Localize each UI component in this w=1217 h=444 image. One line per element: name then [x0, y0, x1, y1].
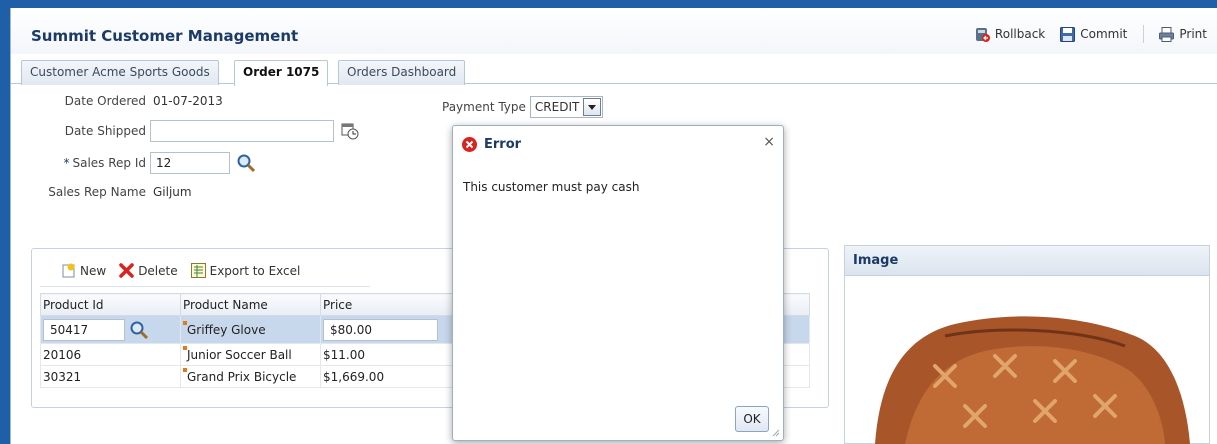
- main-toolbar: Rollback Commit Print: [960, 25, 1207, 43]
- search-icon[interactable]: [129, 320, 149, 340]
- changed-indicator: [183, 367, 187, 372]
- product-id-input[interactable]: 50417: [43, 318, 125, 341]
- date-shipped-label: Date Shipped: [64, 124, 146, 138]
- export-excel-label: Export to Excel: [209, 263, 301, 278]
- sales-rep-id-label: Sales Rep Id: [72, 156, 146, 170]
- dialog-title-text: Error: [484, 137, 522, 152]
- image-panel: Image: [844, 245, 1210, 444]
- changed-indicator: [183, 345, 187, 350]
- toolbar-separator: [1143, 25, 1145, 43]
- date-ordered-label: Date Ordered: [64, 94, 146, 108]
- commit-button[interactable]: Commit: [1059, 26, 1127, 43]
- resize-grip-icon[interactable]: [770, 427, 780, 437]
- product-name-text: Junior Soccer Ball: [187, 347, 292, 362]
- commit-label: Commit: [1080, 27, 1128, 41]
- ok-button[interactable]: OK: [735, 406, 769, 432]
- rollback-button[interactable]: Rollback: [974, 26, 1045, 43]
- payment-type-value: CREDIT: [534, 100, 580, 114]
- table-cell-product-id: 30321: [40, 365, 181, 388]
- sales-rep-name-label: Sales Rep Name: [48, 185, 146, 199]
- image-panel-title: Image: [845, 246, 1209, 276]
- new-icon: [60, 262, 77, 279]
- date-ordered-row: Date Ordered 01-07-2013: [31, 94, 223, 108]
- table-cell-product-name: Griffey Glove: [180, 315, 321, 344]
- app-window: Summit Customer Management Rollback Comm…: [10, 8, 1217, 444]
- tab-customer[interactable]: Customer Acme Sports Goods: [21, 60, 219, 85]
- app-title: Summit Customer Management: [31, 27, 299, 45]
- rollback-icon: [974, 26, 991, 43]
- error-dialog: Error × This customer must pay cash OK: [452, 125, 784, 441]
- table-cell-product-id: 20106: [40, 343, 181, 366]
- changed-indicator: [183, 320, 187, 325]
- print-label: Print: [1179, 27, 1207, 41]
- date-shipped-row: Date Shipped: [31, 120, 360, 142]
- sales-rep-id-row: * Sales Rep Id 12: [31, 152, 256, 174]
- error-icon: [461, 136, 478, 153]
- dialog-message: This customer must pay cash: [463, 180, 640, 194]
- table-cell-product-name: Junior Soccer Ball: [180, 343, 321, 366]
- excel-icon: [190, 262, 207, 279]
- app-header: Summit Customer Management Rollback Comm…: [11, 8, 1217, 54]
- payment-type-select[interactable]: CREDIT: [529, 96, 604, 118]
- search-icon[interactable]: [236, 153, 256, 173]
- save-icon: [1059, 26, 1076, 43]
- table-cell-product-name: Grand Prix Bicycle: [180, 365, 321, 388]
- column-header-product-name[interactable]: Product Name: [180, 293, 321, 316]
- product-image: [875, 316, 1190, 444]
- calendar-icon[interactable]: [340, 121, 360, 141]
- new-button[interactable]: New: [60, 262, 106, 279]
- payment-type-row: Payment Type CREDIT: [442, 96, 604, 118]
- chevron-down-icon[interactable]: [583, 98, 602, 116]
- payment-type-label: Payment Type: [442, 100, 526, 114]
- items-toolbar: New Delete Export to Excel: [40, 255, 370, 287]
- sales-rep-id-input[interactable]: 12: [150, 152, 230, 174]
- product-name-text: Grand Prix Bicycle: [187, 369, 297, 384]
- product-name-text: Griffey Glove: [187, 322, 266, 337]
- tab-order[interactable]: Order 1075: [234, 60, 329, 86]
- export-excel-button[interactable]: Export to Excel: [190, 262, 301, 279]
- sales-rep-name-row: Sales Rep Name Giljum: [31, 185, 192, 199]
- table-cell-product-id: 50417: [40, 315, 181, 344]
- delete-label: Delete: [138, 263, 178, 278]
- tab-bar: Customer Acme Sports Goods Order 1075 Or…: [11, 54, 1217, 86]
- column-header-product-id[interactable]: Product Id: [40, 293, 181, 316]
- date-shipped-input[interactable]: [150, 120, 334, 142]
- tab-orders-dashboard[interactable]: Orders Dashboard: [338, 60, 466, 85]
- close-icon[interactable]: ×: [763, 134, 775, 150]
- sales-rep-name-value: Giljum: [153, 185, 192, 199]
- dialog-title: Error: [461, 136, 521, 153]
- delete-icon: [118, 262, 135, 279]
- delete-button[interactable]: Delete: [118, 262, 178, 279]
- required-marker: *: [63, 156, 70, 170]
- printer-icon: [1158, 26, 1175, 43]
- print-button[interactable]: Print: [1158, 26, 1207, 43]
- rollback-label: Rollback: [994, 27, 1046, 41]
- new-label: New: [80, 263, 107, 278]
- date-ordered-value: 01-07-2013: [153, 94, 223, 108]
- price-input[interactable]: $80.00: [323, 318, 438, 341]
